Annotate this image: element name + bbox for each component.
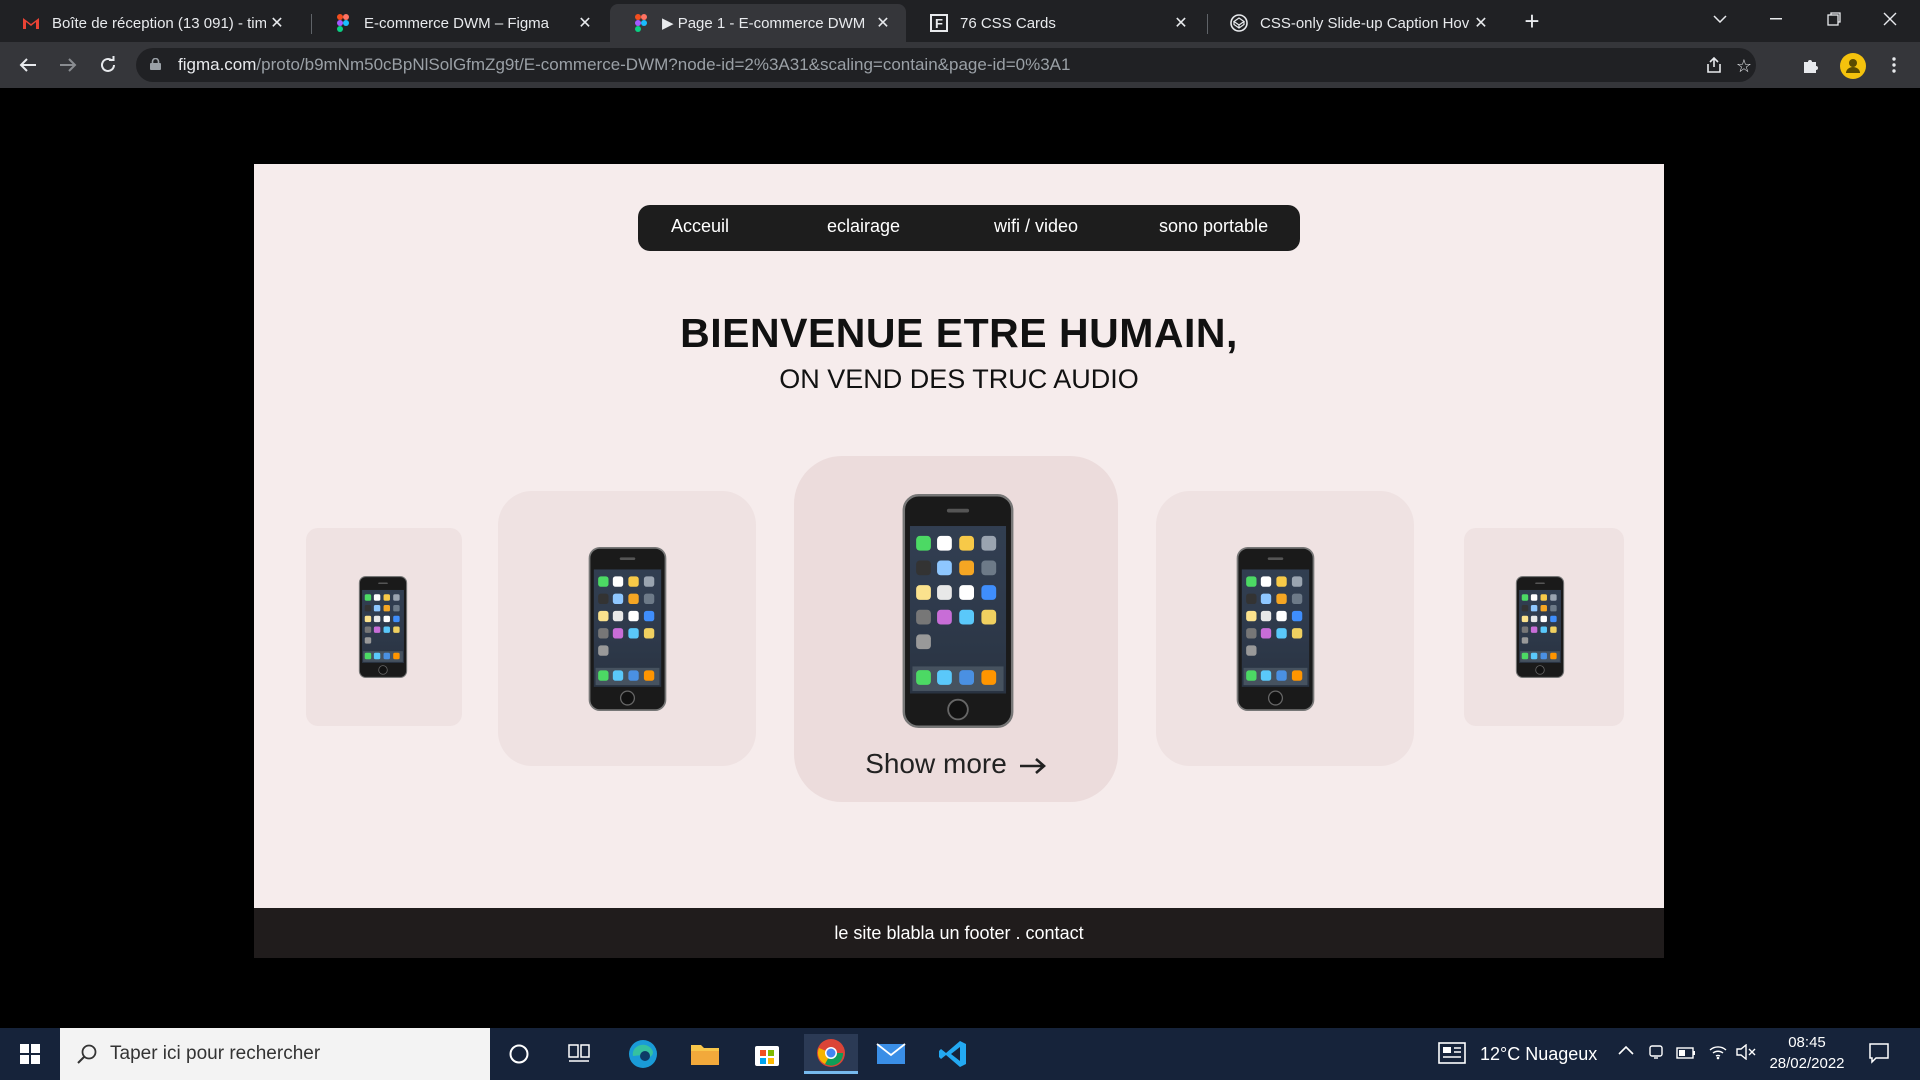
hero-title: BIENVENUE ETRE HUMAIN, bbox=[680, 310, 1238, 356]
product-card-featured[interactable]: Show more bbox=[794, 456, 1118, 802]
url-text: figma.com/proto/b9mNm50cBpNlSolGfmZg9t/E… bbox=[178, 55, 1070, 75]
codepen-icon bbox=[1230, 14, 1248, 32]
search-icon bbox=[77, 1044, 97, 1064]
close-tab-icon[interactable]: ✕ bbox=[872, 13, 894, 33]
phone-image bbox=[358, 576, 408, 678]
nav-eclairage[interactable]: eclairage bbox=[827, 216, 900, 237]
chrome-icon[interactable] bbox=[804, 1034, 858, 1074]
phone-image bbox=[1236, 547, 1315, 711]
tab-gmail[interactable]: Boîte de réception (13 091) - tim... ✕ bbox=[0, 4, 300, 42]
file-explorer-icon[interactable] bbox=[680, 1034, 730, 1074]
close-tab-icon[interactable]: ✕ bbox=[574, 13, 596, 33]
site-footer: le site blabla un footer . contact bbox=[254, 908, 1664, 958]
bookmark-star-icon[interactable]: ☆ bbox=[1734, 56, 1754, 76]
notifications-icon[interactable] bbox=[1868, 1042, 1890, 1069]
volume-muted-icon[interactable] bbox=[1736, 1043, 1756, 1065]
prototype-frame: Acceuil eclairage wifi / video sono port… bbox=[254, 164, 1664, 908]
figma-icon bbox=[334, 14, 352, 32]
tab-css-cards[interactable]: F 76 CSS Cards ✕ bbox=[908, 4, 1204, 42]
arrow-right-icon bbox=[1019, 750, 1047, 782]
tab-figma-file[interactable]: E-commerce DWM – Figma ✕ bbox=[312, 4, 608, 42]
product-card[interactable] bbox=[1156, 491, 1414, 766]
tab-search-button[interactable] bbox=[1692, 0, 1748, 38]
tab-codepen[interactable]: CSS-only Slide-up Caption Hover ✕ bbox=[1208, 4, 1504, 42]
browser-menu-icon[interactable] bbox=[1880, 51, 1908, 79]
show-more-label: Show more bbox=[865, 748, 1007, 779]
lock-icon bbox=[150, 58, 161, 70]
tab-title: E-commerce DWM – Figma bbox=[364, 14, 550, 32]
product-card[interactable] bbox=[498, 491, 756, 766]
clock-date: 28/02/2022 bbox=[1769, 1055, 1845, 1072]
phone-image bbox=[902, 494, 1014, 728]
tab-figma-prototype[interactable]: ▶ Page 1 - E-commerce DWM ✕ bbox=[610, 4, 906, 42]
battery-icon[interactable] bbox=[1676, 1046, 1696, 1064]
wifi-icon[interactable] bbox=[1708, 1044, 1728, 1065]
url-host: figma.com bbox=[178, 55, 257, 74]
nav-acceuil[interactable]: Acceuil bbox=[671, 216, 729, 237]
gmail-icon bbox=[22, 14, 40, 32]
meet-now-icon[interactable] bbox=[1648, 1044, 1664, 1065]
tab-title: ▶ Page 1 - E-commerce DWM bbox=[662, 15, 866, 32]
product-card[interactable] bbox=[306, 528, 462, 726]
nav-wifi-video[interactable]: wifi / video bbox=[994, 216, 1078, 237]
close-tab-icon[interactable]: ✕ bbox=[1170, 13, 1192, 33]
edge-icon[interactable] bbox=[618, 1034, 668, 1074]
close-tab-icon[interactable]: ✕ bbox=[266, 13, 288, 33]
address-bar[interactable]: figma.com/proto/b9mNm50cBpNlSolGfmZg9t/E… bbox=[136, 48, 1756, 82]
nav-sono-portable[interactable]: sono portable bbox=[1159, 216, 1268, 237]
browser-tab-bar: Boîte de réception (13 091) - tim... ✕ E… bbox=[0, 0, 1920, 42]
phone-image bbox=[588, 547, 667, 711]
browser-toolbar: figma.com/proto/b9mNm50cBpNlSolGfmZg9t/E… bbox=[0, 42, 1920, 88]
chevron-up-icon[interactable] bbox=[1618, 1042, 1634, 1060]
restore-button[interactable] bbox=[1806, 0, 1862, 38]
back-button[interactable] bbox=[14, 51, 42, 79]
prototype-viewport: Acceuil eclairage wifi / video sono port… bbox=[0, 88, 1920, 1028]
close-window-button[interactable] bbox=[1862, 0, 1918, 38]
start-button[interactable] bbox=[0, 1028, 60, 1080]
vscode-icon[interactable] bbox=[928, 1034, 978, 1074]
taskbar-search-placeholder: Taper ici pour rechercher bbox=[110, 1043, 321, 1064]
microsoft-store-icon[interactable] bbox=[742, 1034, 792, 1074]
tab-title: 76 CSS Cards bbox=[960, 14, 1056, 32]
extensions-puzzle-icon[interactable] bbox=[1797, 51, 1825, 79]
mail-icon[interactable] bbox=[866, 1034, 916, 1074]
reload-button[interactable] bbox=[94, 51, 122, 79]
task-view-icon[interactable] bbox=[554, 1034, 604, 1074]
tab-title: Boîte de réception (13 091) - tim... bbox=[52, 14, 266, 32]
cortana-icon[interactable] bbox=[494, 1034, 544, 1074]
phone-image bbox=[1515, 576, 1565, 678]
close-tab-icon[interactable]: ✕ bbox=[1470, 13, 1492, 33]
hero-subtitle: ON VEND DES TRUC AUDIO bbox=[779, 364, 1139, 394]
product-card[interactable] bbox=[1464, 528, 1624, 726]
news-weather-icon bbox=[1438, 1042, 1466, 1064]
windows-taskbar: Taper ici pour rechercher 12°C Nuageux 0… bbox=[0, 1028, 1920, 1080]
new-tab-button[interactable]: + bbox=[1518, 8, 1546, 36]
url-path: /proto/b9mNm50cBpNlSolGfmZg9t/E-commerce… bbox=[256, 55, 1071, 74]
forward-button[interactable] bbox=[54, 51, 82, 79]
figma-icon bbox=[632, 14, 650, 32]
minimize-button[interactable] bbox=[1748, 0, 1804, 38]
main-nav: Acceuil eclairage wifi / video sono port… bbox=[638, 205, 1300, 251]
profile-avatar[interactable] bbox=[1840, 53, 1866, 79]
show-more-link[interactable]: Show more bbox=[794, 748, 1118, 782]
tab-title: CSS-only Slide-up Caption Hover bbox=[1260, 14, 1470, 32]
weather-text: 12°C Nuageux bbox=[1480, 1044, 1598, 1064]
clock[interactable]: 08:45 28/02/2022 bbox=[1762, 1032, 1852, 1076]
taskbar-search-box[interactable]: Taper ici pour rechercher bbox=[60, 1028, 490, 1080]
windows-logo-icon bbox=[20, 1044, 40, 1064]
f-logo-icon: F bbox=[930, 14, 948, 32]
share-icon[interactable] bbox=[1704, 56, 1724, 76]
clock-time: 08:45 bbox=[1788, 1034, 1826, 1051]
